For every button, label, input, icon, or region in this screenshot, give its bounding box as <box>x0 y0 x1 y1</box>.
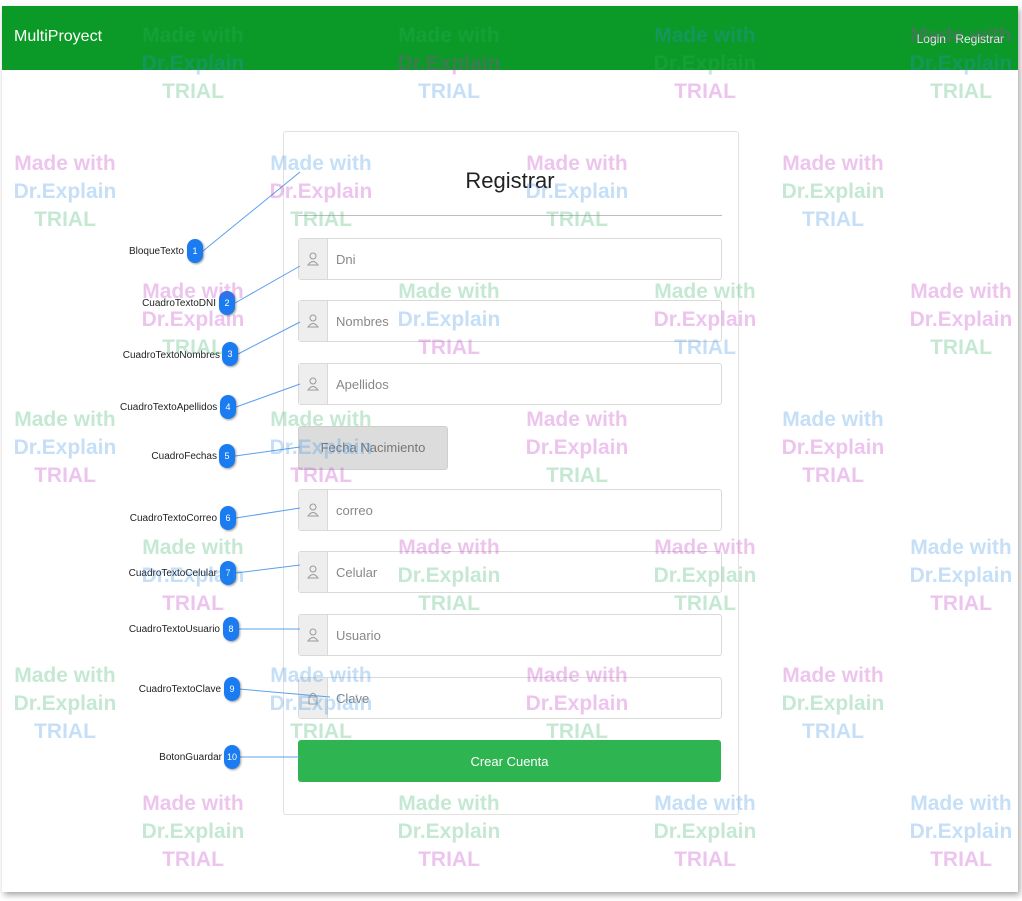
user-icon <box>299 301 328 341</box>
callout-badge: 6 <box>220 506 236 530</box>
correo-field <box>298 489 722 531</box>
lock-icon <box>299 678 328 718</box>
callout-label: CuadroTextoNombres <box>122 350 220 361</box>
celular-field <box>298 551 722 593</box>
user-icon <box>299 239 328 279</box>
user-icon <box>299 615 328 655</box>
callout-label: CuadroTextoUsuario <box>128 624 220 635</box>
login-link[interactable]: Login <box>917 32 946 46</box>
dni-input[interactable] <box>328 239 721 279</box>
nombres-field <box>298 300 722 342</box>
top-navbar: MultiProyect Login Registrar <box>2 6 1018 70</box>
register-link[interactable]: Registrar <box>955 32 1004 46</box>
callout-badge: 4 <box>220 395 236 419</box>
callout-label: CuadroFechas <box>151 451 217 462</box>
create-account-button[interactable]: Crear Cuenta <box>298 740 721 782</box>
callout-badge: 3 <box>222 342 238 366</box>
clave-field <box>298 677 722 719</box>
callout-badge: 5 <box>219 444 235 468</box>
celular-input[interactable] <box>328 552 721 592</box>
callout-badge: 1 <box>187 239 203 263</box>
user-icon <box>299 364 328 404</box>
brand-logo[interactable]: MultiProyect <box>14 28 102 46</box>
correo-input[interactable] <box>328 490 721 530</box>
callout-badge: 7 <box>220 561 236 585</box>
callout-label: BloqueTexto <box>128 246 184 257</box>
dni-field <box>298 238 722 280</box>
usuario-field <box>298 614 722 656</box>
callout-label: CuadroTextoApellidos <box>120 402 218 413</box>
usuario-input[interactable] <box>328 615 721 655</box>
nombres-input[interactable] <box>328 301 721 341</box>
callout-badge: 9 <box>224 677 240 701</box>
user-icon <box>299 552 328 592</box>
callout-badge: 10 <box>224 745 240 769</box>
callout-label: CuadroTextoDNI <box>142 298 216 309</box>
user-icon <box>299 490 328 530</box>
callout-badge: 2 <box>219 291 235 315</box>
apellidos-field <box>298 363 722 405</box>
apellidos-input[interactable] <box>328 364 721 404</box>
callout-badge: 8 <box>223 617 239 641</box>
callout-label: CuadroTextoCorreo <box>129 513 217 524</box>
callout-label: BotonGuardar <box>159 752 222 763</box>
callout-label: CuadroTextoCelular <box>128 568 217 579</box>
page-title: Registrar <box>465 168 555 193</box>
title-divider <box>298 215 722 216</box>
nav-links: Login Registrar <box>911 32 1004 46</box>
clave-input[interactable] <box>328 678 721 718</box>
callout-label: CuadroTextoClave <box>138 684 221 695</box>
birthdate-button[interactable]: Fecha Nacimiento <box>298 426 448 470</box>
